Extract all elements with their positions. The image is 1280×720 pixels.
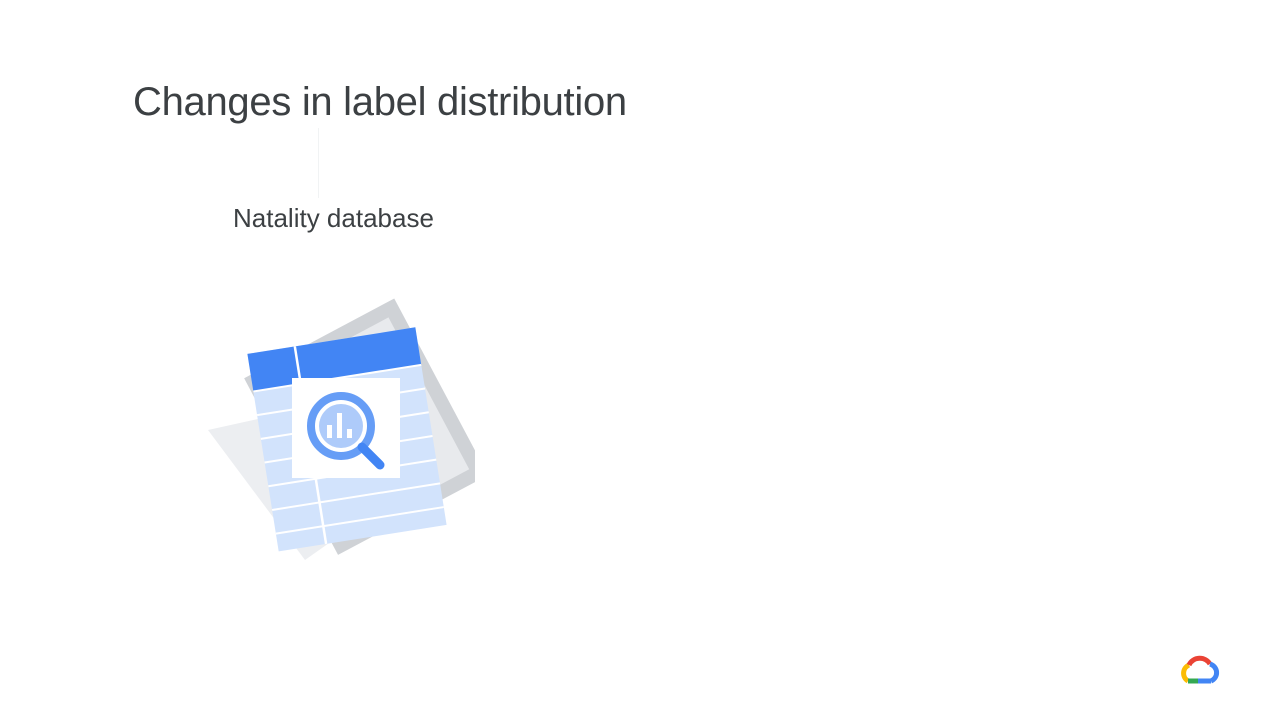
slide-title: Changes in label distribution — [133, 80, 627, 124]
database-label: Natality database — [233, 203, 434, 233]
google-cloud-logo — [1181, 655, 1220, 684]
bigquery-table-icon — [208, 298, 475, 560]
divider — [318, 128, 319, 198]
slide: Changes in label distribution Natality d… — [0, 0, 1280, 720]
